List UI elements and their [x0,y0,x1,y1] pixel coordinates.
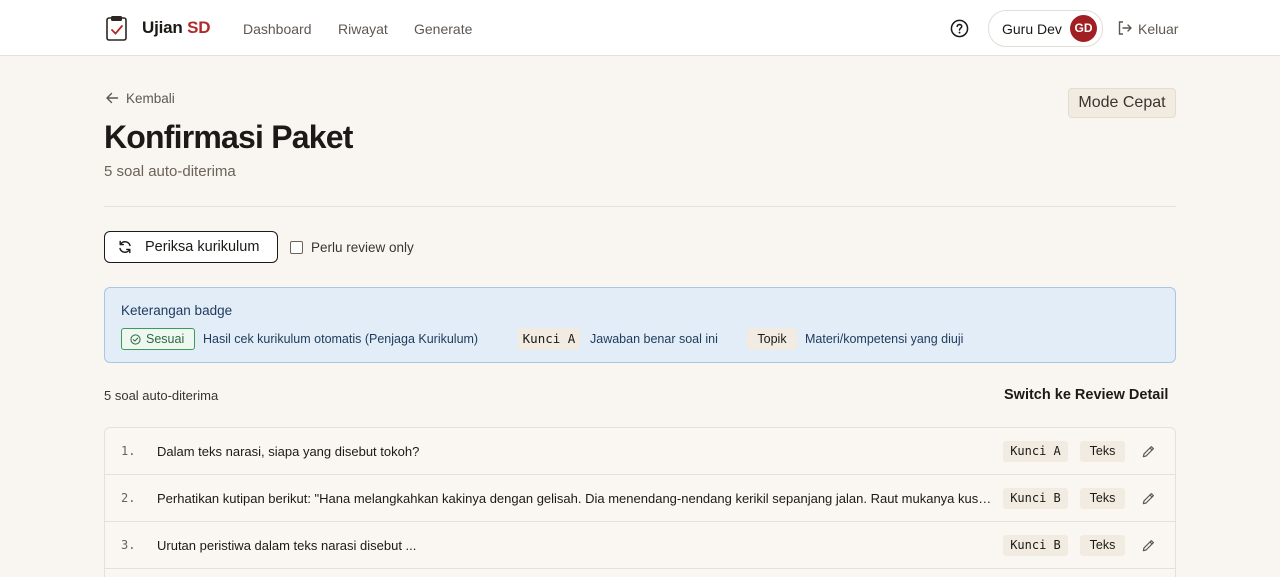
pencil-icon[interactable] [1141,538,1156,553]
question-text: Perhatikan kutipan berikut: "Hana melang… [157,491,992,506]
answer-key-badge: Kunci B [1003,488,1068,509]
refresh-icon [119,240,131,254]
nav-link-riwayat[interactable]: Riwayat [338,21,388,37]
topic-badge: Teks [1080,441,1125,462]
legend-badge-sesuai: Sesuai [121,328,195,350]
nav-link-dashboard[interactable]: Dashboard [243,21,312,37]
question-number: 3. [121,538,136,552]
top-nav: Ujian SD Dashboard Riwayat Generate Guru… [0,0,1280,56]
legend-title: Keterangan badge [121,303,233,318]
user-menu-button[interactable]: Guru Dev GD [988,10,1103,47]
legend-desc-sesuai: Hasil cek kurikulum otomatis (Penjaga Ku… [203,332,479,346]
check-curriculum-label: Periksa kurikulum [145,239,260,255]
legend-badge-kunci: Kunci A [518,328,580,350]
arrow-left-icon[interactable] [105,91,119,105]
check-circle-icon [130,334,141,345]
badge-legend: Keterangan badge Sesuai Hasil cek kuriku… [104,287,1176,363]
switch-review-detail-button[interactable]: Switch ke Review Detail [1004,387,1168,403]
brand-name[interactable]: Ujian SD [142,18,211,38]
logout-icon[interactable] [1117,20,1133,36]
page-subtitle: 5 soal auto-diterima [104,163,236,180]
page-title: Konfirmasi Paket [104,119,353,155]
back-link[interactable]: Kembali [126,91,175,106]
help-circle-icon[interactable] [950,19,969,38]
answer-key-badge: Kunci B [1003,535,1068,556]
question-list: 1. Dalam teks narasi, siapa yang disebut… [104,427,1176,577]
user-name: Guru Dev [1002,21,1062,37]
topic-badge: Teks [1080,488,1125,509]
clipboard-logo-icon[interactable] [105,14,129,42]
review-only-checkbox[interactable] [290,241,303,254]
question-text: Urutan peristiwa dalam teks narasi diseb… [157,538,417,553]
topic-badge: Teks [1080,535,1125,556]
pencil-icon[interactable] [1141,444,1156,459]
legend-badge-topik: Topik [747,328,797,350]
legend-desc-kunci: Jawaban benar soal ini [590,332,718,346]
check-curriculum-button[interactable]: Periksa kurikulum [104,231,278,263]
mode-cepat-button[interactable]: Mode Cepat [1068,88,1176,118]
question-number: 2. [121,491,136,505]
logout-link[interactable]: Keluar [1138,21,1178,37]
question-row[interactable]: 1. Dalam teks narasi, siapa yang disebut… [105,428,1175,475]
question-row[interactable]: 2. Perhatikan kutipan berikut: "Hana mel… [105,475,1175,522]
answer-key-badge: Kunci A [1003,441,1068,462]
pencil-icon[interactable] [1141,491,1156,506]
review-only-label[interactable]: Perlu review only [311,240,414,255]
question-text: Dalam teks narasi, siapa yang disebut to… [157,444,420,459]
question-row[interactable]: 3. Urutan peristiwa dalam teks narasi di… [105,522,1175,569]
divider [104,206,1176,207]
avatar: GD [1070,15,1097,42]
question-count: 5 soal auto-diterima [104,388,219,403]
legend-desc-topik: Materi/kompetensi yang diuji [805,332,964,346]
question-number: 1. [121,444,136,458]
nav-link-generate[interactable]: Generate [414,21,472,37]
